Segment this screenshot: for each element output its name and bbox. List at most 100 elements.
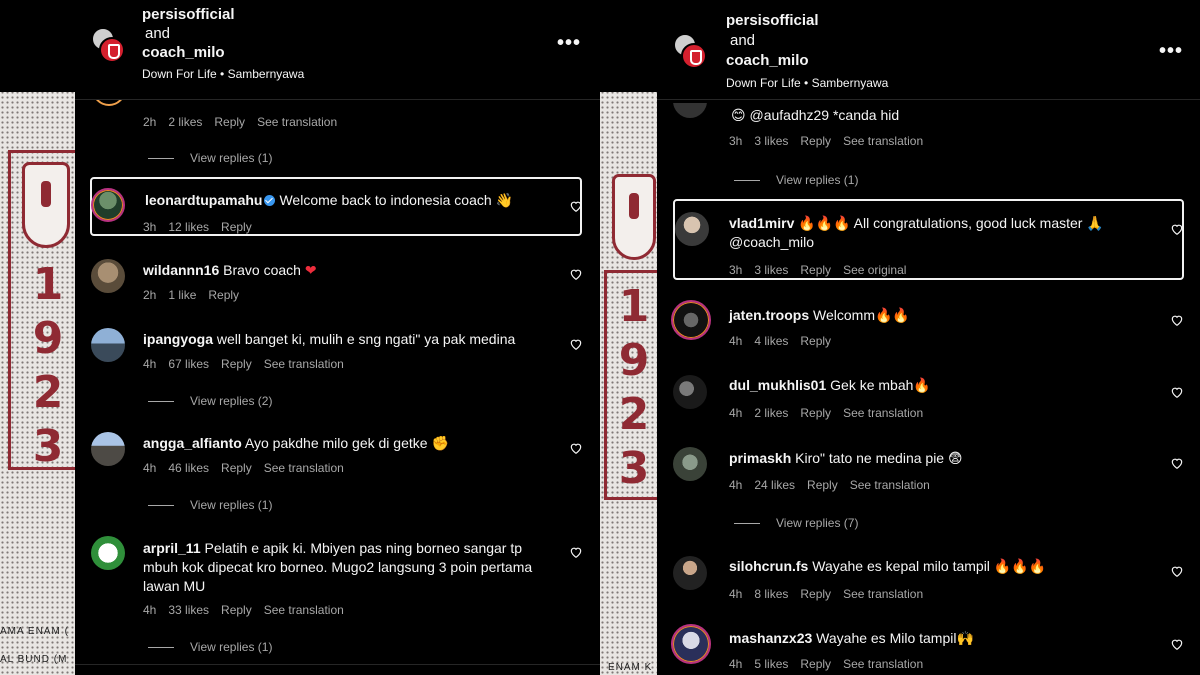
- avatar[interactable]: [671, 300, 711, 340]
- like-count[interactable]: 3 likes: [754, 263, 788, 277]
- like-heart-icon[interactable]: [569, 267, 583, 281]
- like-heart-icon[interactable]: [1170, 564, 1184, 578]
- avatar[interactable]: [675, 212, 709, 246]
- avatar[interactable]: [91, 432, 125, 466]
- poster-caption: AL BUND (M: [0, 654, 68, 665]
- see-translation-link[interactable]: See translation: [843, 657, 923, 671]
- comment-meta: 4h 67 likes Reply See translation: [143, 357, 356, 371]
- account-name[interactable]: coach_milo: [142, 44, 225, 61]
- like-count[interactable]: 1 like: [168, 288, 196, 302]
- like-heart-icon[interactable]: [1170, 385, 1184, 399]
- poster-dark-area: [600, 0, 657, 92]
- post-header: persisofficial and coach_milo Down For L…: [657, 0, 1200, 100]
- view-replies-link[interactable]: View replies (1): [734, 173, 858, 187]
- see-translation-link[interactable]: See translation: [850, 478, 930, 492]
- view-replies-link[interactable]: View replies (2): [148, 394, 272, 408]
- like-count[interactable]: 8 likes: [754, 587, 788, 601]
- reply-button[interactable]: Reply: [221, 603, 252, 617]
- username[interactable]: silohcrun.fs: [729, 558, 808, 574]
- like-heart-icon[interactable]: [569, 545, 583, 559]
- comment-meta: 4h 8 likes Reply See translation: [729, 587, 935, 601]
- avatar[interactable]: [91, 259, 125, 293]
- reply-button[interactable]: Reply: [208, 288, 239, 302]
- like-count[interactable]: 24 likes: [754, 478, 795, 492]
- view-replies-link[interactable]: View replies (1): [148, 498, 272, 512]
- like-count[interactable]: 3 likes: [754, 134, 788, 148]
- reply-button[interactable]: Reply: [221, 461, 252, 475]
- collab-avatars[interactable]: [91, 27, 125, 65]
- reply-button[interactable]: Reply: [800, 587, 831, 601]
- reply-button[interactable]: Reply: [807, 478, 838, 492]
- avatar[interactable]: [673, 556, 707, 590]
- like-count[interactable]: 2 likes: [168, 115, 202, 129]
- like-count[interactable]: 12 likes: [168, 220, 209, 234]
- mention-link[interactable]: @coach_milo: [729, 234, 814, 250]
- comment-body: Wayahe es kepal milo tampil 🔥🔥🔥: [812, 558, 1047, 574]
- username[interactable]: ipangyoga: [143, 331, 213, 347]
- reply-button[interactable]: Reply: [800, 134, 831, 148]
- see-translation-link[interactable]: See translation: [257, 115, 337, 129]
- see-translation-link[interactable]: See translation: [843, 406, 923, 420]
- like-heart-icon[interactable]: [569, 441, 583, 455]
- like-heart-icon[interactable]: [1170, 313, 1184, 327]
- username[interactable]: primaskh: [729, 450, 791, 466]
- avatar: [681, 43, 707, 69]
- avatar[interactable]: [673, 447, 707, 481]
- like-count[interactable]: 2 likes: [754, 406, 788, 420]
- view-replies-label: View replies (1): [776, 173, 859, 187]
- like-count[interactable]: 67 likes: [168, 357, 209, 371]
- username[interactable]: mashanzx23: [729, 630, 812, 646]
- username[interactable]: vlad1mirv: [729, 215, 794, 231]
- like-count[interactable]: 33 likes: [168, 603, 209, 617]
- audio-subtitle[interactable]: Down For Life • Sambernyawa: [726, 76, 888, 90]
- collab-avatars[interactable]: [673, 33, 707, 71]
- reply-button[interactable]: Reply: [221, 357, 252, 371]
- like-count[interactable]: 46 likes: [168, 461, 209, 475]
- username[interactable]: dul_mukhlis01: [729, 377, 826, 393]
- avatar[interactable]: [91, 328, 125, 362]
- more-options-icon[interactable]: •••: [1159, 41, 1183, 61]
- see-translation-link[interactable]: See translation: [264, 603, 344, 617]
- like-heart-icon[interactable]: [569, 337, 583, 351]
- see-original-link[interactable]: See original: [843, 263, 906, 277]
- view-replies-link[interactable]: View replies (7): [734, 516, 858, 530]
- comment-time: 4h: [143, 461, 157, 475]
- username[interactable]: jaten.troops: [729, 307, 809, 323]
- username[interactable]: wildannn16: [143, 262, 219, 278]
- reply-button[interactable]: Reply: [800, 334, 831, 348]
- comment-time: 2h: [143, 288, 157, 302]
- more-options-icon[interactable]: •••: [557, 33, 581, 53]
- audio-subtitle[interactable]: Down For Life • Sambernyawa: [142, 67, 304, 81]
- username[interactable]: angga_alfianto: [143, 435, 242, 451]
- like-heart-icon[interactable]: [569, 199, 583, 213]
- avatar[interactable]: [91, 188, 125, 222]
- account-name[interactable]: coach_milo: [726, 52, 809, 69]
- account-name[interactable]: persisofficial: [142, 6, 235, 23]
- see-translation-link[interactable]: See translation: [264, 461, 344, 475]
- like-heart-icon[interactable]: [1170, 222, 1184, 236]
- like-count[interactable]: 4 likes: [754, 334, 788, 348]
- see-translation-link[interactable]: See translation: [843, 134, 923, 148]
- see-translation-link[interactable]: See translation: [264, 357, 344, 371]
- username[interactable]: arpril_11: [143, 540, 201, 556]
- reply-button[interactable]: Reply: [800, 263, 831, 277]
- like-heart-icon[interactable]: [1170, 456, 1184, 470]
- username[interactable]: leonardtupamahu: [145, 192, 262, 208]
- reply-button[interactable]: Reply: [214, 115, 245, 129]
- avatar[interactable]: [671, 624, 711, 664]
- comment-text: wildannn16 Bravo coach ❤: [143, 262, 317, 279]
- like-count[interactable]: 5 likes: [754, 657, 788, 671]
- view-replies-link[interactable]: View replies (1): [148, 151, 272, 165]
- reply-button[interactable]: Reply: [221, 220, 252, 234]
- comment-meta: 4h 5 likes Reply See translation: [729, 657, 935, 671]
- comment-text: mashanzx23 Wayahe es Milo tampil🙌: [729, 630, 974, 647]
- like-heart-icon[interactable]: [1170, 637, 1184, 651]
- comment-body: Welcome back to indonesia coach 👋: [279, 192, 513, 208]
- view-replies-link[interactable]: View replies (1): [148, 640, 272, 654]
- avatar[interactable]: [673, 375, 707, 409]
- reply-button[interactable]: Reply: [800, 406, 831, 420]
- see-translation-link[interactable]: See translation: [843, 587, 923, 601]
- avatar[interactable]: [91, 536, 125, 570]
- account-name[interactable]: persisofficial: [726, 12, 819, 29]
- reply-button[interactable]: Reply: [800, 657, 831, 671]
